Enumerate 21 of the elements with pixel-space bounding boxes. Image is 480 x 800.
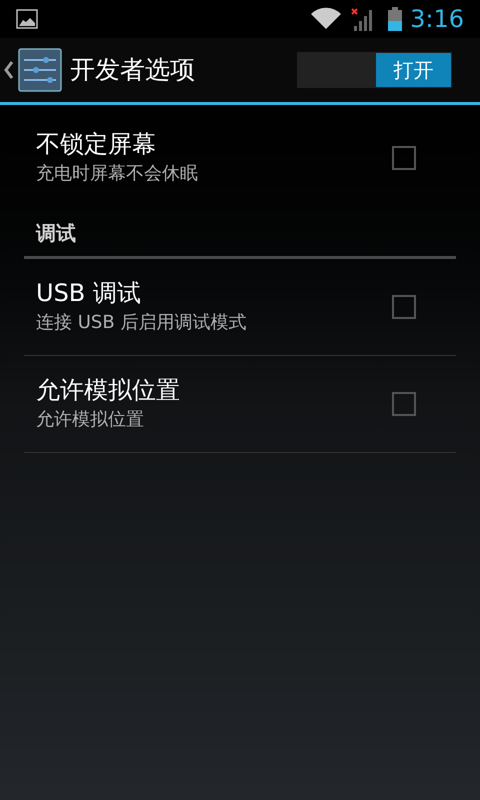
checkbox[interactable]: [392, 146, 416, 170]
screen-title: 开发者选项: [70, 54, 196, 86]
setting-row[interactable]: USB 调试 连接 USB 后启用调试模式: [24, 259, 456, 356]
back-caret-icon: [4, 60, 14, 80]
setting-title: USB 调试: [36, 278, 142, 309]
section-header: 调试: [34, 220, 77, 247]
setting-summary: 连接 USB 后启用调试模式: [36, 311, 248, 335]
checkbox[interactable]: [392, 392, 416, 416]
setting-summary: 充电时屏幕不会休眠: [36, 162, 199, 186]
battery-icon: [388, 7, 402, 31]
setting-title: 允许模拟位置: [36, 375, 181, 406]
wifi-icon: [310, 7, 342, 31]
picture-notification-icon: [16, 9, 38, 29]
checkbox[interactable]: [392, 295, 416, 319]
sliders-icon: [18, 48, 62, 92]
setting-row[interactable]: 允许模拟位置 允许模拟位置: [24, 356, 456, 453]
setting-row[interactable]: 不锁定屏幕 充电时屏幕不会休眠: [24, 109, 456, 206]
master-switch[interactable]: 打开: [297, 52, 452, 88]
setting-title: 不锁定屏幕: [36, 128, 157, 160]
setting-summary: 允许模拟位置: [36, 408, 145, 432]
clock: 3:16: [410, 4, 464, 35]
